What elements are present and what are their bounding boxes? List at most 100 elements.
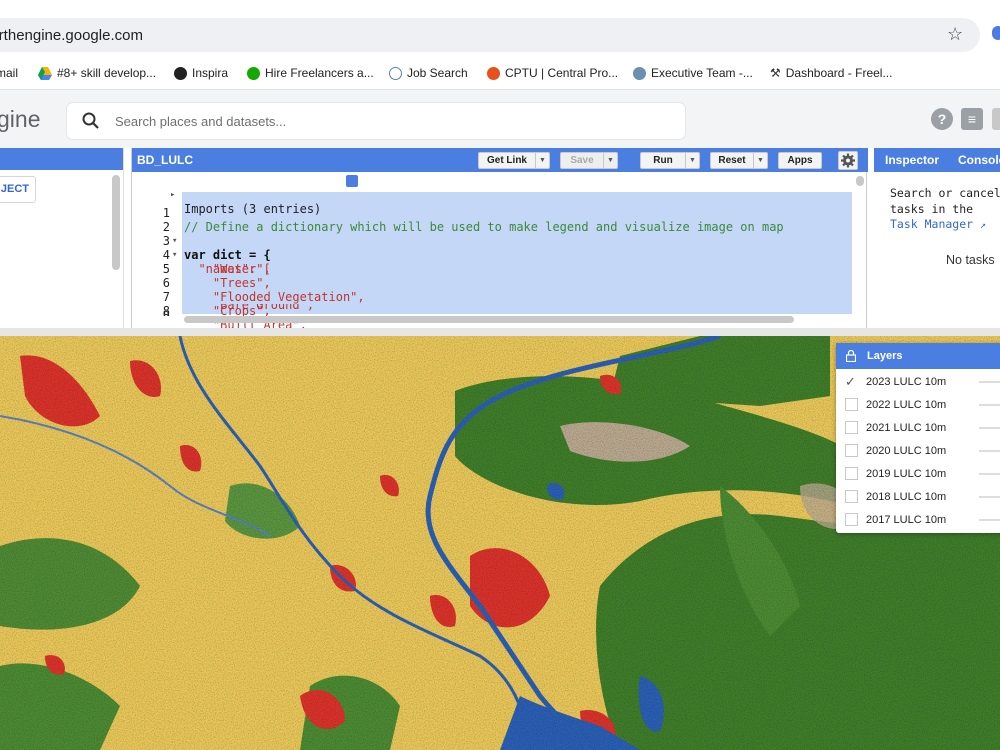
new-project-button[interactable]: JECT — [0, 176, 36, 203]
bookmark-skill-develop[interactable]: #8+ skill develop... — [38, 66, 156, 80]
tab-inspector[interactable]: Inspector — [885, 153, 939, 167]
imports-line[interactable]: ▸ Imports (3 entries) — [132, 174, 854, 216]
search-box[interactable] — [67, 103, 685, 139]
code-line[interactable]: 6 "Flooded Vegetation", — [132, 262, 854, 304]
settings-gear-icon[interactable] — [838, 151, 858, 170]
layer-label: 2017 LULC 10m — [866, 514, 947, 526]
layers-header[interactable]: Layers — [836, 343, 1000, 369]
layer-item[interactable]: 2022 LULC 10m — [836, 394, 1000, 416]
layer-checkbox[interactable] — [845, 513, 858, 526]
bookmarks-bar: mail #8+ skill develop... Inspira Hire F… — [0, 58, 1000, 90]
editor-vertical-scrollbar[interactable] — [856, 176, 864, 186]
bookmark-executive-team[interactable]: Executive Team -... — [633, 66, 753, 80]
layer-item[interactable]: 2019 LULC 10m — [836, 463, 1000, 485]
opacity-slider[interactable] — [979, 450, 1000, 452]
bookmark-label: Inspira — [192, 66, 229, 80]
url-text[interactable]: earthengine.google.com — [0, 27, 143, 44]
globe-icon — [389, 66, 402, 80]
layer-item[interactable]: 2017 LULC 10m — [836, 509, 1000, 531]
bookmark-label: Hire Freelancers a... — [265, 66, 374, 80]
address-bar[interactable] — [0, 18, 980, 52]
code-text: "Bare Ground", — [184, 304, 315, 312]
layer-label: 2023 LULC 10m — [866, 376, 947, 388]
layer-label: 2018 LULC 10m — [866, 491, 947, 503]
search-icon — [82, 112, 99, 129]
layer-checkbox[interactable] — [845, 490, 858, 503]
apps-icon[interactable] — [992, 108, 1000, 130]
editor-horizontal-scrollbar[interactable] — [184, 316, 794, 323]
tasks-message: Search or cancel tasks in the Task Manag… — [890, 186, 1000, 234]
code-line[interactable]: 9 "Bare Ground", — [132, 304, 854, 316]
scripts-panel — [0, 148, 124, 328]
layer-checkbox[interactable] — [845, 467, 858, 480]
bookmark-inspira[interactable]: Inspira — [174, 66, 228, 80]
opacity-slider[interactable] — [979, 496, 1000, 498]
executive-icon — [633, 66, 646, 80]
button-label: Save — [570, 155, 594, 166]
bookmark-dashboard[interactable]: ⚒ Dashboard - Freel... — [770, 66, 892, 80]
code-line[interactable]: 3 ▾ "names": [ — [132, 220, 854, 276]
apps-button[interactable]: Apps — [778, 152, 822, 169]
panel-divider[interactable] — [0, 328, 1000, 336]
opacity-slider[interactable] — [979, 473, 1000, 475]
search-input[interactable] — [115, 111, 665, 131]
layer-item[interactable]: 2020 LULC 10m — [836, 440, 1000, 462]
bookmark-mail[interactable]: mail — [0, 66, 18, 80]
layers-panel: Layers ✓ 2023 LULC 10m 2022 LULC 10m 202… — [836, 343, 1000, 533]
upwork-icon — [247, 66, 260, 80]
dropdown-arrow-icon[interactable]: ▼ — [685, 153, 699, 168]
profile-icon[interactable] — [992, 26, 1000, 40]
layer-item[interactable]: 2018 LULC 10m — [836, 486, 1000, 508]
task-manager-link[interactable]: Task Manager ↗ — [890, 217, 1000, 234]
tab-console[interactable]: Console — [958, 153, 1000, 167]
lock-icon[interactable] — [846, 350, 856, 362]
layer-checkbox[interactable] — [845, 398, 858, 411]
bookmark-cptu[interactable]: CPTU | Central Pro... — [487, 66, 618, 80]
cptu-icon — [487, 66, 500, 80]
opacity-slider[interactable] — [979, 404, 1000, 406]
help-icon[interactable]: ? — [931, 108, 953, 130]
code-line[interactable]: 8 "Built Area", — [132, 290, 854, 332]
save-button[interactable]: Save ▼ — [560, 152, 618, 169]
earth-engine-logo: gine — [0, 106, 41, 132]
code-editor: BD_LULC Get Link ▼ Save ▼ Run ▼ Reset ▼ … — [131, 148, 868, 332]
bookmark-label: Job Search — [407, 66, 468, 80]
dropdown-arrow-icon[interactable]: ▼ — [753, 153, 767, 168]
opacity-slider[interactable] — [979, 427, 1000, 429]
code-line[interactable]: 5 "Trees", — [132, 248, 854, 290]
code-line[interactable]: 2 ▾ var dict = { — [132, 206, 854, 262]
button-label: Apps — [787, 155, 813, 166]
opacity-slider[interactable] — [979, 381, 1000, 383]
line-number: 9 — [162, 309, 170, 316]
bookmark-job-search[interactable]: Job Search — [389, 66, 468, 80]
code-area[interactable]: ▸ Imports (3 entries) 1 // Define a dict… — [132, 172, 868, 332]
bookmark-hire-freelancers[interactable]: Hire Freelancers a... — [247, 66, 374, 80]
dropdown-arrow-icon[interactable]: ▼ — [535, 153, 549, 168]
opacity-slider[interactable] — [979, 519, 1000, 521]
dropdown-arrow-icon[interactable]: ▼ — [603, 153, 617, 168]
button-label: Get Link — [486, 155, 527, 166]
get-link-button[interactable]: Get Link ▼ — [478, 152, 550, 169]
bookmark-label: Dashboard - Freel... — [785, 66, 893, 80]
layer-label: 2022 LULC 10m — [866, 399, 947, 411]
checkmark-icon[interactable]: ✓ — [845, 375, 858, 388]
layer-checkbox[interactable] — [845, 421, 858, 434]
imports-toggle-icon[interactable] — [346, 175, 358, 187]
code-line[interactable]: 7 "Crops", — [132, 276, 854, 318]
feedback-icon[interactable]: ≡ — [961, 108, 983, 130]
layer-checkbox[interactable] — [845, 444, 858, 457]
editor-toolbar: BD_LULC Get Link ▼ Save ▼ Run ▼ Reset ▼ … — [132, 148, 868, 172]
drive-icon — [38, 66, 52, 80]
browser-toolbar: earthengine.google.com ☆ — [0, 0, 1000, 58]
layer-item[interactable]: ✓ 2023 LULC 10m — [836, 371, 1000, 393]
code-line[interactable]: 1 // Define a dictionary which will be u… — [132, 192, 854, 234]
code-line[interactable]: 4 "Water", — [132, 234, 854, 276]
inspira-icon — [174, 66, 187, 80]
reset-button[interactable]: Reset ▼ — [710, 152, 768, 169]
external-link-icon: ↗ — [980, 220, 987, 231]
layer-item[interactable]: 2021 LULC 10m — [836, 417, 1000, 439]
bookmark-star-icon[interactable]: ☆ — [947, 24, 963, 45]
right-panel-tabs: Inspector Console — [874, 148, 1000, 172]
run-button[interactable]: Run ▼ — [640, 152, 700, 169]
scripts-scrollbar[interactable] — [112, 175, 120, 270]
